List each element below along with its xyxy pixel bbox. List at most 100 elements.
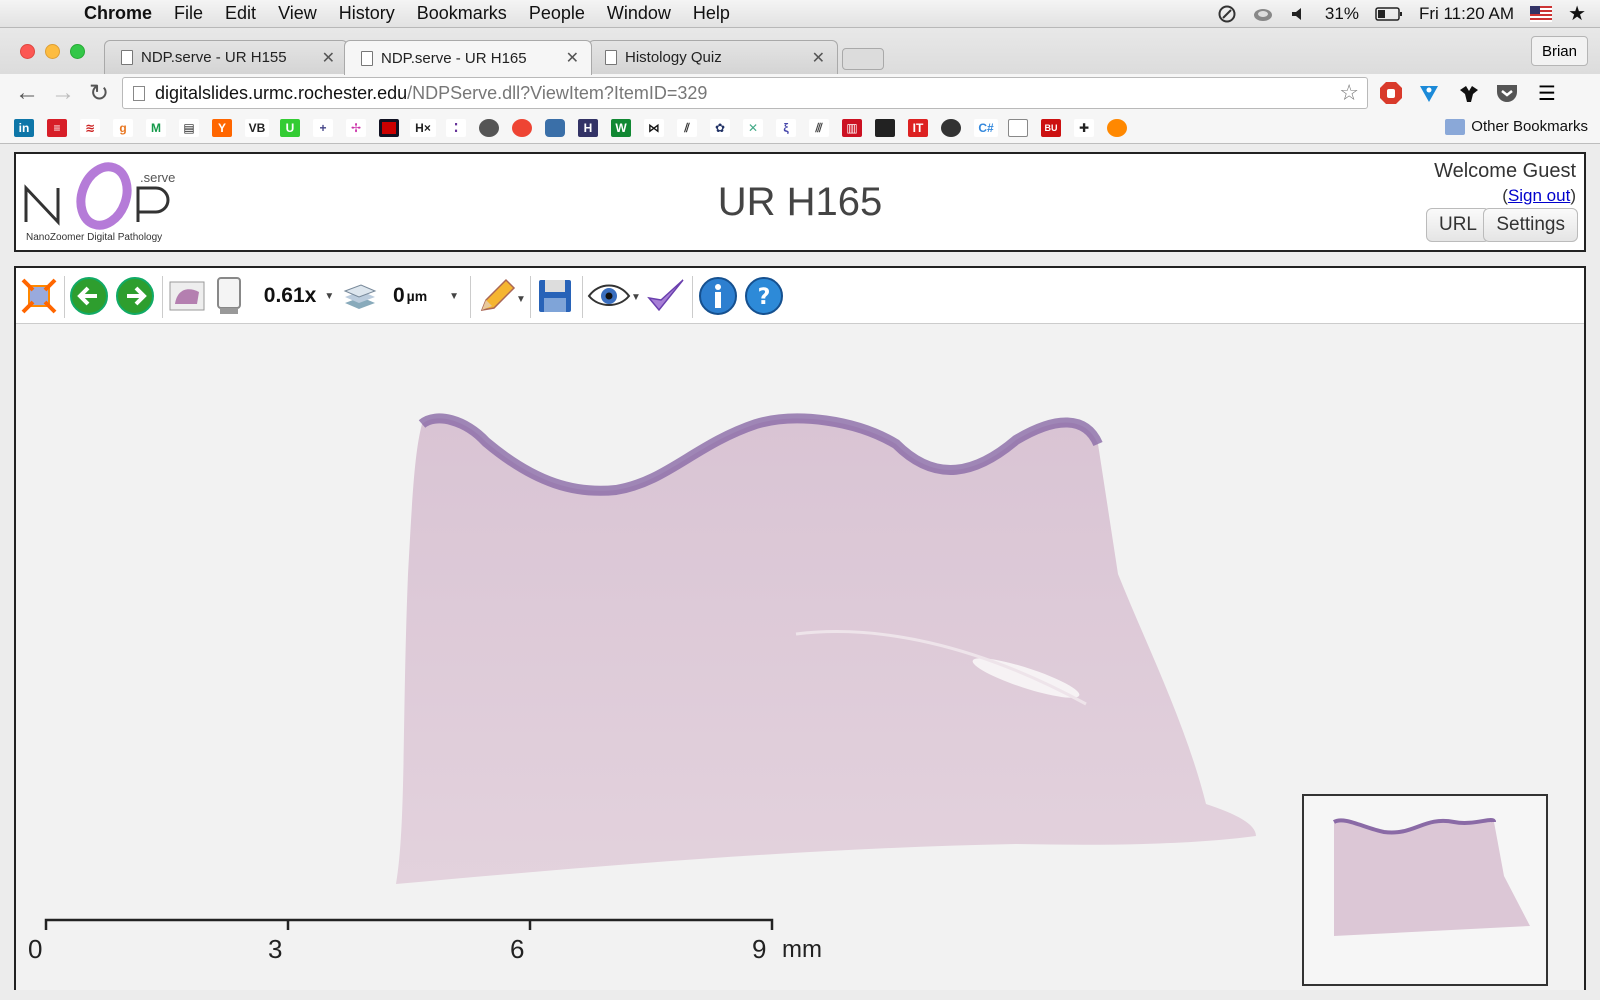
bookmark-m-icon[interactable]: M	[146, 119, 166, 137]
menu-history[interactable]: History	[339, 3, 395, 24]
bookmark-page-icon[interactable]	[1008, 119, 1028, 137]
fit-to-screen-icon[interactable]	[20, 276, 58, 316]
bookmark-stripes-icon[interactable]: ⫽	[677, 119, 697, 137]
ghostery-icon[interactable]	[1416, 80, 1442, 106]
other-bookmarks-label: Other Bookmarks	[1471, 118, 1588, 135]
battery-icon[interactable]	[1375, 4, 1403, 24]
bookmark-box-icon[interactable]	[379, 119, 399, 137]
back-arrow-icon[interactable]: ←	[12, 78, 42, 108]
bookmark-bofa-icon[interactable]: ≋	[80, 119, 100, 137]
caret-down-icon: ▼	[449, 290, 460, 302]
bookmark-hx-icon[interactable]: H×	[410, 119, 436, 137]
address-bar[interactable]: digitalslides.urmc.rochester.edu/NDPServ…	[122, 77, 1368, 109]
bookmark-bank-icon[interactable]: ≡	[47, 119, 67, 137]
bookmark-it-icon[interactable]: IT	[908, 119, 928, 137]
menu-file[interactable]: File	[174, 3, 203, 24]
focus-layers-icon[interactable]	[340, 276, 380, 316]
bookmark-g-icon[interactable]: g	[113, 119, 133, 137]
tab-close-icon[interactable]: ✕	[322, 48, 335, 68]
save-disk-icon[interactable]	[534, 276, 576, 316]
checkmark-icon[interactable]	[644, 276, 688, 316]
bookmark-chart-icon[interactable]: ▥	[842, 119, 862, 137]
slide-image-area[interactable]: 0 3 6 9 mm	[16, 324, 1584, 990]
bookmark-h-icon[interactable]: H	[578, 119, 598, 137]
bookmark-tomato-icon[interactable]	[512, 119, 532, 137]
forward-arrow-icon[interactable]: →	[48, 78, 78, 108]
us-flag-icon[interactable]	[1530, 4, 1553, 24]
menu-view[interactable]: View	[278, 3, 317, 24]
bookmark-csharp-icon[interactable]: C#	[974, 119, 998, 137]
zoom-window-button[interactable]	[70, 44, 85, 59]
bookmark-circle-icon[interactable]	[941, 119, 961, 137]
bookmark-bu-icon[interactable]: BU	[1041, 119, 1061, 137]
close-window-button[interactable]	[20, 44, 35, 59]
logo-caption: NanoZoomer Digital Pathology	[26, 232, 162, 243]
settings-button[interactable]: Settings	[1483, 208, 1578, 242]
slide-label-icon[interactable]	[212, 276, 246, 316]
focus-dropdown[interactable]: 0 µm ▼	[388, 276, 464, 316]
bookmark-lines-icon[interactable]: ⫻	[809, 119, 829, 137]
reload-icon[interactable]: ↻	[84, 78, 114, 108]
menu-bookmarks[interactable]: Bookmarks	[417, 3, 507, 24]
bookmark-ycombinator-icon[interactable]: Y	[212, 119, 232, 137]
magnification-dropdown[interactable]: 0.61x ▼	[254, 276, 344, 316]
chrome-window: NDP.serve - UR H155 ✕ NDP.serve - UR H16…	[0, 28, 1600, 1000]
bookmark-news-icon[interactable]: ▤	[179, 119, 199, 137]
bookmark-dark-icon[interactable]	[875, 119, 895, 137]
tab-histology-quiz[interactable]: Histology Quiz ✕	[588, 40, 838, 74]
volume-icon[interactable]	[1289, 4, 1309, 24]
adblock-icon[interactable]	[1378, 80, 1404, 106]
menu-window[interactable]: Window	[607, 3, 671, 24]
minimize-window-button[interactable]	[45, 44, 60, 59]
cloud-sync-icon[interactable]	[1253, 4, 1273, 24]
previous-slide-icon[interactable]	[68, 276, 110, 316]
bookmark-cross-icon[interactable]: ✚	[1074, 119, 1094, 137]
tab-ur-h155[interactable]: NDP.serve - UR H155 ✕	[104, 40, 348, 74]
tab-close-icon[interactable]: ✕	[566, 48, 579, 68]
tab-strip: NDP.serve - UR H155 ✕ NDP.serve - UR H16…	[0, 28, 1600, 75]
bookmark-x-icon[interactable]: ✕	[743, 119, 763, 137]
new-tab-button[interactable]	[842, 48, 884, 70]
url-button[interactable]: URL	[1425, 208, 1490, 242]
bookmark-dots-icon[interactable]: ⁚	[446, 119, 466, 137]
bookmark-vb-icon[interactable]: VB	[245, 119, 269, 137]
menu-help[interactable]: Help	[693, 3, 730, 24]
bookmark-bow-icon[interactable]: ⋈	[644, 119, 664, 137]
annotate-pencil-icon[interactable]: ▼	[474, 276, 526, 316]
notification-center-icon[interactable]: ★	[1568, 1, 1586, 26]
bookmark-app-icon[interactable]	[479, 119, 499, 137]
pocket-icon[interactable]	[1494, 80, 1520, 106]
bookmark-orange-icon[interactable]	[1107, 119, 1127, 137]
menu-edit[interactable]: Edit	[225, 3, 256, 24]
chrome-menu-icon[interactable]: ☰	[1534, 80, 1560, 106]
tab-ur-h165[interactable]: NDP.serve - UR H165 ✕	[344, 40, 592, 75]
menu-people[interactable]: People	[529, 3, 585, 24]
bookmark-database-icon[interactable]	[545, 119, 565, 137]
page-content: .serve NanoZoomer Digital Pathology UR H…	[0, 145, 1600, 1000]
scale-label-6: 6	[510, 934, 525, 964]
menu-app-name[interactable]: Chrome	[84, 3, 152, 24]
bookmark-plus-icon[interactable]: +	[313, 119, 333, 137]
view-options-eye-icon[interactable]: ▼	[586, 276, 642, 316]
menubar-clock[interactable]: Fri 11:20 AM	[1419, 4, 1514, 24]
overview-thumbnail[interactable]	[1302, 794, 1548, 986]
extension-bat-icon[interactable]	[1456, 80, 1482, 106]
slide-thumbnail-icon[interactable]	[166, 276, 208, 316]
bookmark-feather-icon[interactable]: ξ	[776, 119, 796, 137]
tab-close-icon[interactable]: ✕	[812, 48, 825, 68]
bookmark-star-icon[interactable]: ☆	[1339, 80, 1359, 106]
bookmark-w-icon[interactable]: W	[611, 119, 631, 137]
profile-button[interactable]: Brian	[1530, 36, 1588, 66]
info-icon[interactable]	[696, 276, 740, 316]
signout-link[interactable]: Sign out	[1508, 186, 1570, 205]
time-machine-icon[interactable]	[1217, 4, 1237, 24]
bookmark-flower-icon[interactable]: ✿	[710, 119, 730, 137]
bookmarks-bar: in ≡ ≋ g M ▤ Y VB U + ✢ H× ⁚ H W ⋈ ⫽ ✿ ✕…	[0, 112, 1600, 144]
other-bookmarks[interactable]: Other Bookmarks	[1445, 118, 1588, 135]
help-icon[interactable]: ?	[742, 276, 786, 316]
next-slide-icon[interactable]	[114, 276, 156, 316]
bookmark-linkedin-icon[interactable]: in	[14, 119, 34, 137]
ndp-header: .serve NanoZoomer Digital Pathology UR H…	[14, 152, 1586, 252]
bookmark-pinwheel-icon[interactable]: ✢	[346, 119, 366, 137]
bookmark-u-icon[interactable]: U	[280, 119, 300, 137]
